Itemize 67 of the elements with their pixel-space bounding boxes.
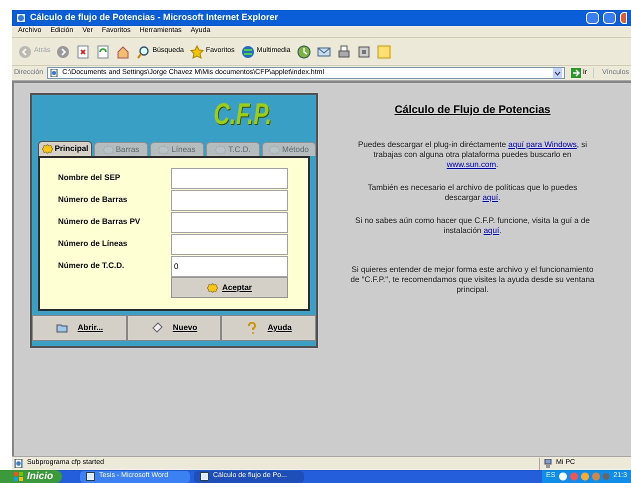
window-icon bbox=[200, 472, 209, 481]
tray-icons-drawing bbox=[558, 472, 610, 481]
go-arrow-icon bbox=[570, 68, 581, 78]
toolbar-button[interactable] bbox=[96, 44, 110, 58]
page-heading: Cálculo de Flujo de Potencias bbox=[394, 105, 550, 115]
window-title: Cálculo de flujo de Potencias - Microsoft Internet Explorer bbox=[30, 11, 280, 24]
field-label: Número de Barras bbox=[58, 194, 128, 206]
house-icon bbox=[116, 44, 130, 58]
question-mark-icon bbox=[246, 322, 258, 334]
paragraph: Si no sabes aún como hacer que C.F.P. funcione, visita la guí a de instalación aquí. bbox=[354, 216, 591, 236]
window-icon bbox=[356, 44, 371, 58]
clock-icon bbox=[296, 44, 311, 58]
link[interactable]: www.sun.com bbox=[446, 160, 496, 169]
printer-icon bbox=[336, 44, 351, 58]
toolbar-button[interactable]: Ayuda bbox=[221, 315, 316, 341]
accept-button[interactable]: Aceptar bbox=[171, 277, 288, 298]
globe-icon bbox=[240, 44, 255, 58]
note-icon bbox=[376, 44, 391, 58]
toolbar-button[interactable] bbox=[76, 44, 90, 58]
envelope-icon bbox=[316, 44, 331, 58]
paragraph: Puedes descargar el plug-in diréctamente aquí para Windows, si trabajas con alguna otra plataforma puedes buscarlo en www.sun.com. bbox=[356, 140, 588, 170]
input-field[interactable] bbox=[171, 168, 288, 188]
field-label: Número de Líneas bbox=[58, 238, 128, 250]
start-button[interactable]: Inicio bbox=[0, 470, 62, 483]
field-label: Número de Barras PV bbox=[58, 216, 140, 228]
toolbar-button[interactable] bbox=[336, 44, 351, 58]
toolbar-button[interactable] bbox=[296, 44, 311, 58]
tab: Líneas bbox=[150, 142, 204, 156]
window-icon bbox=[86, 472, 95, 481]
minimize-button[interactable] bbox=[586, 12, 599, 24]
gear-icon bbox=[42, 144, 53, 154]
browser-icon bbox=[16, 13, 26, 23]
tab: Método bbox=[262, 142, 316, 156]
logo: C.F.P. bbox=[214, 97, 272, 133]
link[interactable]: aquí bbox=[484, 226, 500, 235]
paragraph: También es necesario el archivo de políticas que lo puedes descargar aquí. bbox=[366, 183, 578, 203]
paragraph: Si quieres entender de mejor forma este archivo y el funcionamiento de "C.F.P.", te recomendamos que visites la ayuda desde su ventana principal. bbox=[350, 265, 596, 295]
toolbar-button[interactable]: Nuevo bbox=[126, 315, 222, 341]
link[interactable]: aquí para Windows bbox=[508, 140, 577, 149]
tab[interactable]: Principal bbox=[38, 141, 92, 156]
field-label: Número de T.C.D. bbox=[58, 260, 124, 272]
input-field[interactable] bbox=[171, 190, 288, 210]
star-icon bbox=[190, 44, 204, 58]
folder-icon bbox=[56, 322, 68, 334]
tab: T.C.D. bbox=[206, 142, 260, 156]
input-field[interactable] bbox=[171, 234, 288, 254]
refresh-icon bbox=[96, 44, 110, 58]
stop-icon bbox=[76, 44, 90, 58]
close-button[interactable] bbox=[620, 12, 627, 24]
gear-icon bbox=[215, 144, 226, 154]
input-field[interactable] bbox=[171, 212, 288, 232]
computer-icon bbox=[544, 459, 552, 468]
field-label: Nombre del SEP bbox=[58, 172, 120, 184]
windows-logo-icon bbox=[14, 472, 23, 481]
link[interactable]: aquí bbox=[482, 193, 498, 202]
input-field[interactable]: 0 bbox=[171, 256, 288, 276]
toolbar-button[interactable] bbox=[116, 44, 130, 58]
maximize-button[interactable] bbox=[603, 12, 616, 24]
gear-icon bbox=[269, 144, 280, 154]
gear-icon bbox=[158, 144, 170, 154]
gear-icon bbox=[207, 282, 218, 292]
toolbar-button[interactable] bbox=[356, 44, 371, 58]
search-icon bbox=[136, 44, 150, 58]
gear-icon bbox=[102, 144, 114, 154]
toolbar-button[interactable]: Abrir... bbox=[32, 315, 127, 341]
tab: Barras bbox=[94, 142, 148, 156]
toolbar-button[interactable] bbox=[316, 44, 331, 58]
